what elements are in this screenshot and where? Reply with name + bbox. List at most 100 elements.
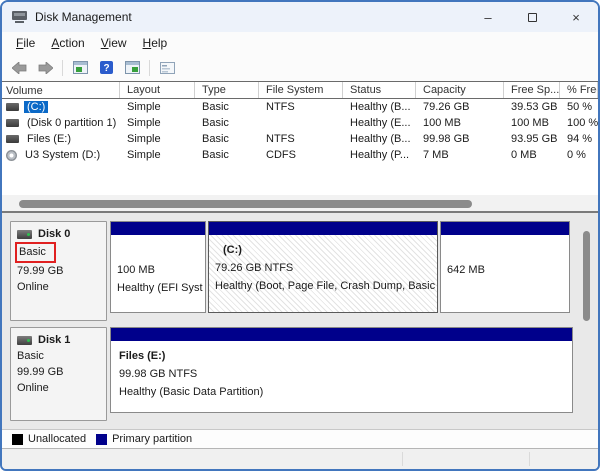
console-window-icon [72, 61, 88, 74]
hard-disk-icon [17, 229, 32, 239]
forward-button[interactable] [34, 58, 56, 78]
volume-capacity: 100 MB [423, 117, 461, 129]
partition-name: (C:) [223, 244, 242, 256]
volume-pct-free: 0 % [567, 149, 586, 161]
volume-name: (C:) [24, 101, 49, 113]
partition-c[interactable]: (C:) 79.26 GB NTFS Healthy (Boot, Page F… [208, 221, 438, 313]
back-icon [11, 61, 26, 74]
legend-label: Unallocated [28, 433, 87, 445]
volume-list: Volume Layout Type File System Status Ca… [2, 81, 598, 195]
volume-free-space: 93.95 GB [511, 133, 558, 145]
partition-name: Files (E:) [119, 350, 166, 362]
disk1-status: Online [17, 382, 49, 394]
disk1-label-panel[interactable]: Disk 1 Basic 99.99 GB Online [10, 327, 107, 421]
disk0-status: Online [17, 281, 49, 293]
disk1-size: 99.99 GB [17, 366, 64, 378]
help-icon: ? [99, 61, 113, 74]
volume-layout: Simple [127, 133, 161, 145]
volume-row-c[interactable]: (C:) Simple Basic NTFS Healthy (B... 79.… [2, 99, 598, 115]
volume-pct-free: 50 % [567, 101, 593, 113]
disk1-row: Disk 1 Basic 99.99 GB Online Files (E:) … [10, 327, 598, 421]
partition-color-bar [111, 328, 572, 341]
volume-list-empty-area [2, 163, 598, 195]
volume-pct-free: 94 % [567, 133, 593, 145]
disk-icon [6, 135, 19, 143]
views-window-icon [124, 61, 140, 74]
disk-management-app-icon [12, 10, 27, 23]
volume-name: Files (E:) [27, 133, 71, 145]
volume-status: Healthy (P... [350, 149, 410, 161]
disk0-row: Disk 0 Basic 79.99 GB Online 100 MB Heal… [10, 221, 598, 321]
partition-recovery[interactable]: 642 MB [440, 221, 570, 313]
properties-icon [159, 61, 175, 74]
maximize-icon [527, 12, 537, 22]
menu-action[interactable]: Action [43, 34, 92, 52]
minimize-icon: – [484, 9, 492, 25]
volume-free-space: 39.53 GB [511, 101, 558, 113]
partition-efi[interactable]: 100 MB Healthy (EFI Syst [110, 221, 206, 313]
legend-unallocated: Unallocated [12, 433, 86, 445]
partition-status: Healthy (Boot, Page File, Crash Dump, Ba… [215, 280, 436, 292]
unallocated-swatch-icon [12, 433, 23, 445]
volume-name: U3 System (D:) [25, 149, 101, 161]
partition-color-bar [111, 222, 205, 235]
vertical-scrollbar-thumb[interactable] [583, 231, 590, 321]
volume-type: Basic [202, 149, 229, 161]
volume-capacity: 79.26 GB [423, 101, 470, 113]
partition-size: 100 MB [117, 264, 155, 276]
svg-text:?: ? [103, 63, 109, 74]
volume-list-header: Volume Layout Type File System Status Ca… [2, 82, 598, 99]
menu-file[interactable]: File [8, 34, 43, 52]
column-header-file-system[interactable]: File System [259, 82, 343, 98]
back-button[interactable] [8, 58, 30, 78]
partition-files-e[interactable]: Files (E:) 99.98 GB NTFS Healthy (Basic … [110, 327, 573, 413]
volume-status: Healthy (E... [350, 117, 411, 129]
views-button[interactable] [121, 58, 143, 78]
status-bar [2, 449, 598, 469]
partition-size: 99.98 GB NTFS [119, 368, 198, 380]
help-button[interactable]: ? [95, 58, 117, 78]
legend-primary-partition: Primary partition [96, 433, 192, 445]
volume-status: Healthy (B... [350, 133, 411, 145]
titlebar: Disk Management – × [2, 2, 598, 32]
disk-icon [6, 103, 19, 111]
volume-file-system: NTFS [266, 101, 295, 113]
column-header-free-space[interactable]: Free Sp... [504, 82, 560, 98]
statusbar-separator [402, 452, 403, 466]
partition-color-bar [441, 222, 569, 235]
horizontal-scrollbar[interactable] [2, 195, 598, 213]
volume-row-disk0-partition1[interactable]: (Disk 0 partition 1) Simple Basic Health… [2, 115, 598, 131]
disk0-size: 79.99 GB [17, 265, 64, 277]
maximize-button[interactable] [510, 2, 554, 32]
statusbar-separator [529, 452, 530, 466]
volume-capacity: 7 MB [423, 149, 449, 161]
disk0-name: Disk 0 [38, 228, 71, 240]
window-title: Disk Management [35, 10, 132, 24]
toolbar: ? [2, 54, 598, 81]
console-tree-button[interactable] [69, 58, 91, 78]
disk0-label-panel[interactable]: Disk 0 Basic 79.99 GB Online [10, 221, 107, 321]
volume-row-files-e[interactable]: Files (E:) Simple Basic NTFS Healthy (B.… [2, 131, 598, 147]
column-header-volume[interactable]: Volume [2, 82, 120, 98]
column-header-status[interactable]: Status [343, 82, 416, 98]
volume-free-space: 0 MB [511, 149, 537, 161]
column-header-pct-free[interactable]: % Free [560, 82, 598, 98]
cd-drive-icon [6, 149, 17, 161]
menu-view[interactable]: View [93, 34, 135, 52]
close-button[interactable]: × [554, 2, 598, 32]
menu-help[interactable]: Help [135, 34, 176, 52]
properties-button[interactable] [156, 58, 178, 78]
volume-row-u3-system[interactable]: U3 System (D:) Simple Basic CDFS Healthy… [2, 147, 598, 163]
disk-icon [6, 119, 19, 127]
column-header-type[interactable]: Type [195, 82, 259, 98]
partition-color-bar [209, 222, 437, 235]
partition-size: 642 MB [447, 264, 485, 276]
volume-capacity: 99.98 GB [423, 133, 470, 145]
column-header-capacity[interactable]: Capacity [416, 82, 504, 98]
minimize-button[interactable]: – [466, 2, 510, 32]
column-header-layout[interactable]: Layout [120, 82, 195, 98]
volume-file-system: NTFS [266, 133, 295, 145]
primary-partition-swatch-icon [96, 433, 108, 445]
volume-type: Basic [202, 117, 229, 129]
horizontal-scrollbar-thumb[interactable] [19, 200, 472, 208]
